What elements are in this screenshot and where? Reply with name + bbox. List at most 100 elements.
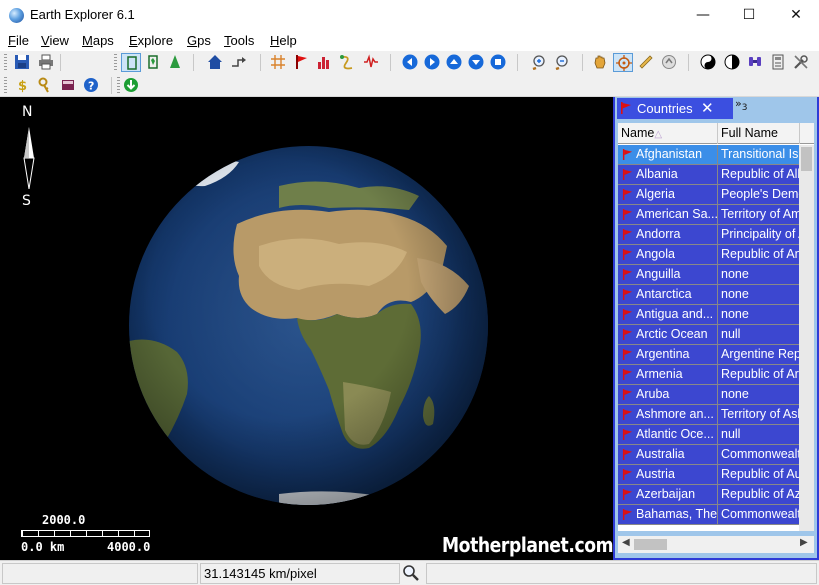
country-name-cell[interactable]: Austria bbox=[618, 465, 718, 485]
goto-icon[interactable] bbox=[229, 53, 249, 72]
route-icon[interactable] bbox=[337, 53, 357, 72]
stop-icon[interactable] bbox=[488, 53, 508, 72]
table-row[interactable]: AfghanistanTransitional Islamic State of… bbox=[618, 145, 814, 165]
globe-view-icon[interactable] bbox=[121, 53, 141, 72]
chart-icon[interactable] bbox=[314, 53, 334, 72]
maximize-button[interactable]: ☐ bbox=[726, 0, 772, 31]
keys-icon[interactable] bbox=[35, 76, 55, 95]
column-header-name[interactable]: Name△ bbox=[618, 123, 718, 144]
country-name-cell[interactable]: Afghanistan bbox=[618, 145, 718, 165]
toolbar-grip[interactable] bbox=[114, 54, 117, 71]
signal-icon[interactable] bbox=[361, 53, 381, 72]
table-row[interactable]: Antarctica none bbox=[618, 285, 814, 305]
currency-icon[interactable]: $ bbox=[12, 76, 32, 95]
menu-maps[interactable]: Maps bbox=[82, 33, 114, 48]
toolbar-grip[interactable] bbox=[4, 77, 7, 94]
country-name-cell[interactable]: Antigua and... bbox=[618, 305, 718, 325]
download-icon[interactable] bbox=[121, 76, 141, 95]
save-icon[interactable] bbox=[12, 53, 32, 72]
horizontal-scroll-thumb[interactable] bbox=[634, 539, 667, 550]
contrast-icon[interactable] bbox=[722, 53, 742, 72]
country-name-cell[interactable]: Aruba bbox=[618, 385, 718, 405]
pan-icon[interactable] bbox=[590, 53, 610, 72]
country-name-cell[interactable]: Armenia bbox=[618, 365, 718, 385]
table-row[interactable]: Antigua and... none bbox=[618, 305, 814, 325]
menu-file[interactable]: File bbox=[8, 33, 29, 48]
yin-yang-icon[interactable] bbox=[698, 53, 718, 72]
table-row[interactable]: ArgentinaArgentine Republic bbox=[618, 345, 814, 365]
table-row[interactable]: AlgeriaPeople's Democratic Republic of A… bbox=[618, 185, 814, 205]
calculator-icon[interactable] bbox=[768, 53, 788, 72]
table-row[interactable]: Ashmore an...Territory of Ashmore bbox=[618, 405, 814, 425]
country-name-cell[interactable]: Azerbaijan bbox=[618, 485, 718, 505]
country-name-cell[interactable]: Angola bbox=[618, 245, 718, 265]
grid-icon[interactable] bbox=[268, 53, 288, 72]
tab-close-button[interactable]: ✕ bbox=[701, 99, 714, 117]
horizontal-scrollbar[interactable]: ◀ ▶ bbox=[618, 536, 814, 553]
country-name-cell[interactable]: Australia bbox=[618, 445, 718, 465]
table-row[interactable]: AzerbaijanRepublic of Azerbaijan bbox=[618, 485, 814, 505]
toolbar-grip[interactable] bbox=[4, 54, 7, 71]
ruler-icon[interactable] bbox=[636, 53, 656, 72]
table-row[interactable]: American Sa...Territory of American Samo… bbox=[618, 205, 814, 225]
print-icon[interactable] bbox=[36, 53, 56, 72]
back-icon[interactable] bbox=[400, 53, 420, 72]
terrain-icon[interactable] bbox=[165, 53, 185, 72]
flat-map-icon[interactable] bbox=[143, 53, 163, 72]
country-name-cell[interactable]: Albania bbox=[618, 165, 718, 185]
scroll-left-arrow[interactable]: ◀ bbox=[622, 537, 630, 548]
countries-table[interactable]: Name△ Full Name Afghanistan Transitional … bbox=[618, 123, 814, 531]
zoom-in-icon[interactable] bbox=[528, 53, 548, 72]
country-name-cell[interactable]: Atlantic Oce... bbox=[618, 425, 718, 445]
table-row[interactable]: AndorraPrincipality of Andorra bbox=[618, 225, 814, 245]
menu-view[interactable]: View bbox=[41, 33, 69, 48]
table-row[interactable]: Anguilla none bbox=[618, 265, 814, 285]
zoom-out-icon[interactable] bbox=[551, 53, 571, 72]
toolbar-grip[interactable] bbox=[117, 77, 120, 94]
country-name-cell[interactable]: Ashmore an... bbox=[618, 405, 718, 425]
close-button[interactable]: ✕ bbox=[773, 0, 819, 31]
country-name-cell[interactable]: Anguilla bbox=[618, 265, 718, 285]
minimize-button[interactable]: — bbox=[680, 0, 726, 31]
up-icon[interactable] bbox=[444, 53, 464, 72]
map-view[interactable]: N S 2000.0 0.0 km 4000.0 Motherplanet.co… bbox=[0, 97, 613, 560]
menu-help[interactable]: Help bbox=[270, 33, 297, 48]
country-name-cell[interactable]: Antarctica bbox=[618, 285, 718, 305]
tab-countries[interactable]: Countries ✕ bbox=[617, 98, 733, 119]
table-row[interactable]: Arctic Ocean null bbox=[618, 325, 814, 345]
search-people-icon[interactable] bbox=[745, 53, 765, 72]
tools-icon[interactable] bbox=[791, 53, 811, 72]
country-name-cell[interactable]: Bahamas, The bbox=[618, 505, 718, 525]
menu-tools[interactable]: Tools bbox=[224, 33, 254, 48]
country-name-cell[interactable]: Arctic Ocean bbox=[618, 325, 718, 345]
table-row[interactable]: AlbaniaRepublic of Albania bbox=[618, 165, 814, 185]
down-icon[interactable] bbox=[466, 53, 486, 72]
column-header-full-name[interactable]: Full Name bbox=[718, 123, 800, 144]
flag-icon[interactable] bbox=[291, 53, 311, 72]
table-row[interactable]: Atlantic Oce... null bbox=[618, 425, 814, 445]
country-name-cell[interactable]: American Sa... bbox=[618, 205, 718, 225]
measure-icon[interactable] bbox=[659, 53, 679, 72]
earth-globe[interactable] bbox=[129, 146, 488, 505]
table-row[interactable]: AngolaRepublic of Angola bbox=[618, 245, 814, 265]
tab-overflow-button[interactable]: »3 bbox=[735, 97, 747, 113]
menu-gps[interactable]: Gps bbox=[187, 33, 211, 48]
table-row[interactable]: AustriaRepublic of Austria bbox=[618, 465, 814, 485]
forward-icon[interactable] bbox=[422, 53, 442, 72]
country-name-cell[interactable]: Andorra bbox=[618, 225, 718, 245]
scroll-right-arrow[interactable]: ▶ bbox=[800, 537, 808, 548]
magnifier-icon[interactable] bbox=[402, 564, 420, 582]
country-name-cell[interactable]: Algeria bbox=[618, 185, 718, 205]
center-icon[interactable] bbox=[613, 53, 633, 72]
table-row[interactable]: ArmeniaRepublic of Armenia bbox=[618, 365, 814, 385]
country-name-cell[interactable]: Argentina bbox=[618, 345, 718, 365]
vertical-scrollbar[interactable] bbox=[799, 145, 814, 531]
help-icon[interactable]: ? bbox=[81, 76, 101, 95]
home-icon[interactable] bbox=[205, 53, 225, 72]
table-row[interactable]: Bahamas, TheCommonwealth of The Bahamas bbox=[618, 505, 814, 525]
table-row[interactable]: Aruba none bbox=[618, 385, 814, 405]
menu-explore[interactable]: Explore bbox=[129, 33, 173, 48]
book-icon[interactable] bbox=[58, 76, 78, 95]
vertical-scroll-thumb[interactable] bbox=[801, 147, 812, 171]
table-row[interactable]: AustraliaCommonwealth of Australia bbox=[618, 445, 814, 465]
